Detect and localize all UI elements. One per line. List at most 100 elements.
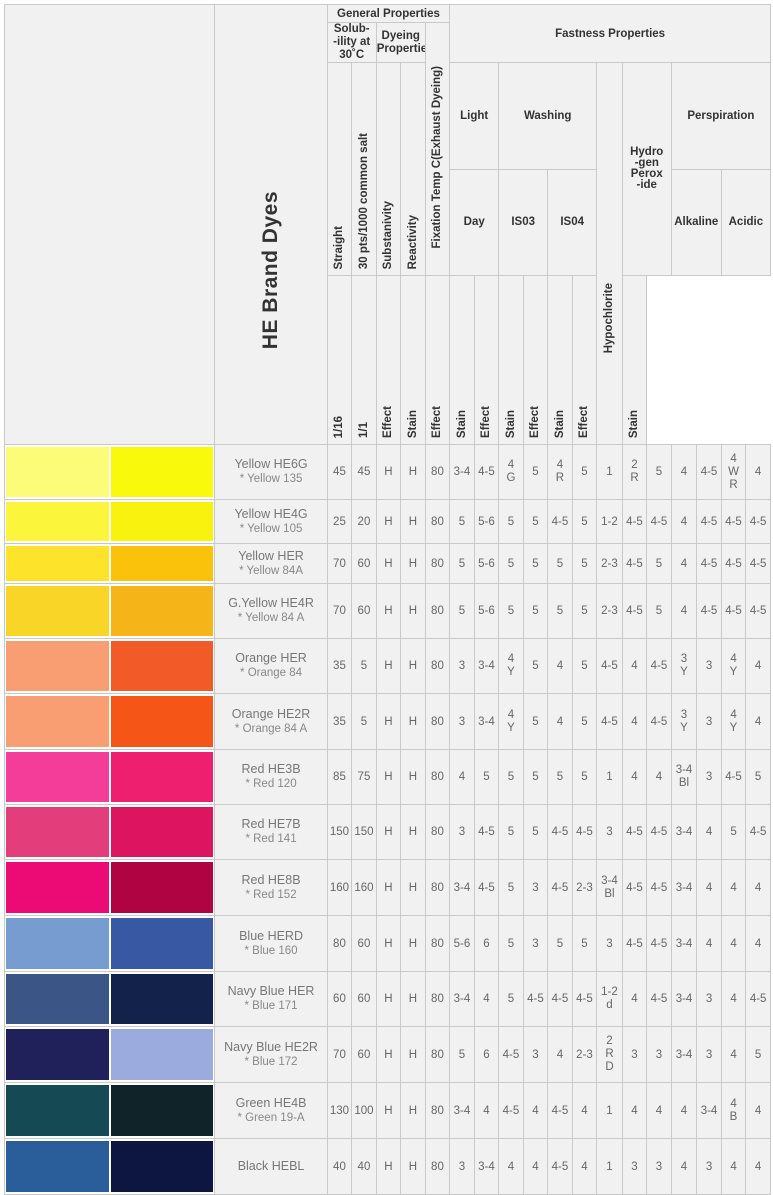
value-cell: 1 <box>596 444 623 500</box>
value-cell: 3 <box>596 915 623 972</box>
value-cell: H <box>400 499 426 544</box>
value-cell: 5 <box>547 543 573 584</box>
value-cell: H <box>400 749 426 805</box>
value-cell: 60 <box>351 1026 377 1083</box>
value-cell: H <box>375 444 402 500</box>
col-peroxide-stain: Stain <box>498 275 524 445</box>
dye-name: Red HE3B <box>241 762 301 776</box>
light-shade-swatch <box>6 862 109 913</box>
value-cell: 5 <box>571 543 598 584</box>
value-cell: H <box>400 859 426 916</box>
value-cell: 4-5 <box>745 543 771 584</box>
table-row: Green HE4B * Green 19-A 130 100 H H 80 3-4 4 4-5 4… <box>3 1082 771 1139</box>
value-cell: 3 <box>621 1138 648 1195</box>
value-cell: H <box>400 638 426 694</box>
value-cell: 3 <box>522 1026 549 1083</box>
value-cell: 3 <box>596 804 623 860</box>
value-cell: 5 <box>351 693 377 750</box>
value-cell: H <box>375 1082 402 1139</box>
value-cell: 4 <box>473 971 500 1027</box>
value-cell: 3 <box>696 1026 722 1083</box>
hydrogen-peroxide-header: Hydro -gen Perox -ide <box>621 62 672 276</box>
value-cell: 3 <box>696 749 722 805</box>
value-cell: 35 <box>326 693 353 750</box>
value-cell: H <box>375 971 402 1027</box>
value-cell: 5 <box>547 915 573 972</box>
value-cell: H <box>375 638 402 694</box>
value-cell: H <box>375 1026 402 1083</box>
solubility-header: Solub- -ility at 30˚C <box>326 22 377 63</box>
value-cell: 4-5 <box>720 543 747 584</box>
table-row: Red HE7B * Red 141 150 150 H H 80 3 4-5 5 5 4-5 4-5 3… <box>3 804 771 860</box>
value-cell: 4-5 <box>696 444 722 500</box>
dye-name: Red HE8B <box>241 872 301 887</box>
value-cell: 4 <box>621 971 648 1027</box>
value-cell: 5 <box>351 638 377 694</box>
dye-properties-table: HE Brand Dyes General Properties Fastnes… <box>3 4 772 1195</box>
value-cell: 3 <box>449 638 475 694</box>
value-cell: 80 <box>424 583 451 639</box>
value-cell: 5 <box>473 749 500 805</box>
value-cell: 3 <box>646 1138 672 1195</box>
col-iso4-stain: Stain <box>449 275 475 445</box>
color-index-name: * Red 120 <box>245 778 297 790</box>
value-cell: 3 <box>449 1138 475 1195</box>
table-row: Red HE8B * Red 152 160 160 H H 80 3-4 4-5 5 3 4-5 2-… <box>3 859 771 916</box>
value-cell: 4-5 <box>745 499 771 544</box>
col-peroxide-effect: Effect <box>473 275 500 445</box>
value-cell: 5 <box>745 1026 771 1083</box>
value-cell: 4-5 <box>547 971 573 1027</box>
value-cell: 5 <box>571 915 598 972</box>
value-cell: 4 <box>720 915 747 972</box>
value-cell: 20 <box>351 499 377 544</box>
value-cell: 70 <box>326 583 353 639</box>
col-alkaline-stain: Stain <box>547 275 573 445</box>
value-cell: H <box>375 915 402 972</box>
table-row: Navy Blue HER * Blue 171 60 60 H H 80 3-4 4 5 4-5 4… <box>3 971 771 1027</box>
value-cell: 4-5 <box>696 543 722 584</box>
swatch-cell <box>3 638 216 694</box>
value-cell: 1 <box>596 1138 623 1195</box>
value-cell: 3 <box>696 1138 722 1195</box>
value-cell: 4-5 <box>621 499 648 544</box>
value-cell: 4-5 <box>745 583 771 639</box>
value-cell: 4 <box>670 499 698 544</box>
value-cell: 4-5 <box>522 971 549 1027</box>
dye-name-cell: Orange HER * Orange 84 <box>214 638 328 694</box>
dye-name: Yellow HER <box>238 548 304 563</box>
value-cell: 3-4 <box>670 859 698 916</box>
value-cell: 3 <box>522 915 549 972</box>
color-index-name: * Yellow 84A <box>239 564 304 577</box>
dye-name-cell: Yellow HE6G * Yellow 135 <box>214 444 328 500</box>
value-cell: 80 <box>424 859 451 916</box>
value-cell: 5 <box>646 583 672 639</box>
value-cell: 4-5 <box>720 583 747 639</box>
value-cell: 45 <box>351 444 377 500</box>
iso4-header: IS04 <box>547 168 598 276</box>
value-cell: 5 <box>646 543 672 584</box>
dye-name-cell: Navy Blue HER * Blue 171 <box>214 971 328 1027</box>
value-cell: 4-5 <box>547 499 573 544</box>
value-cell: 60 <box>326 971 353 1027</box>
alkaline-header: Alkaline <box>670 168 722 276</box>
value-cell: 4 <box>522 1138 549 1195</box>
value-cell: 4 <box>547 1026 573 1083</box>
value-cell: 5 <box>498 499 524 544</box>
light-shade-swatch <box>6 1029 109 1080</box>
value-cell: 5 <box>522 638 549 694</box>
value-cell: 5 <box>571 583 598 639</box>
light-shade-swatch <box>6 586 109 636</box>
value-cell: 4 <box>720 1026 747 1083</box>
value-cell: 4-5 <box>646 915 672 972</box>
value-cell: H <box>400 543 426 584</box>
value-cell: 4-5 <box>498 1082 524 1139</box>
value-cell: 4 <box>621 1082 648 1139</box>
value-cell: H <box>375 749 402 805</box>
value-cell: 3-4 <box>473 638 500 694</box>
value-cell: H <box>400 583 426 639</box>
value-cell: 5-6 <box>473 583 500 639</box>
value-cell: 5 <box>522 543 549 584</box>
value-cell: 5 <box>522 804 549 860</box>
value-cell: 4 <box>745 859 771 916</box>
value-cell: 3-4 Bl <box>670 749 698 805</box>
